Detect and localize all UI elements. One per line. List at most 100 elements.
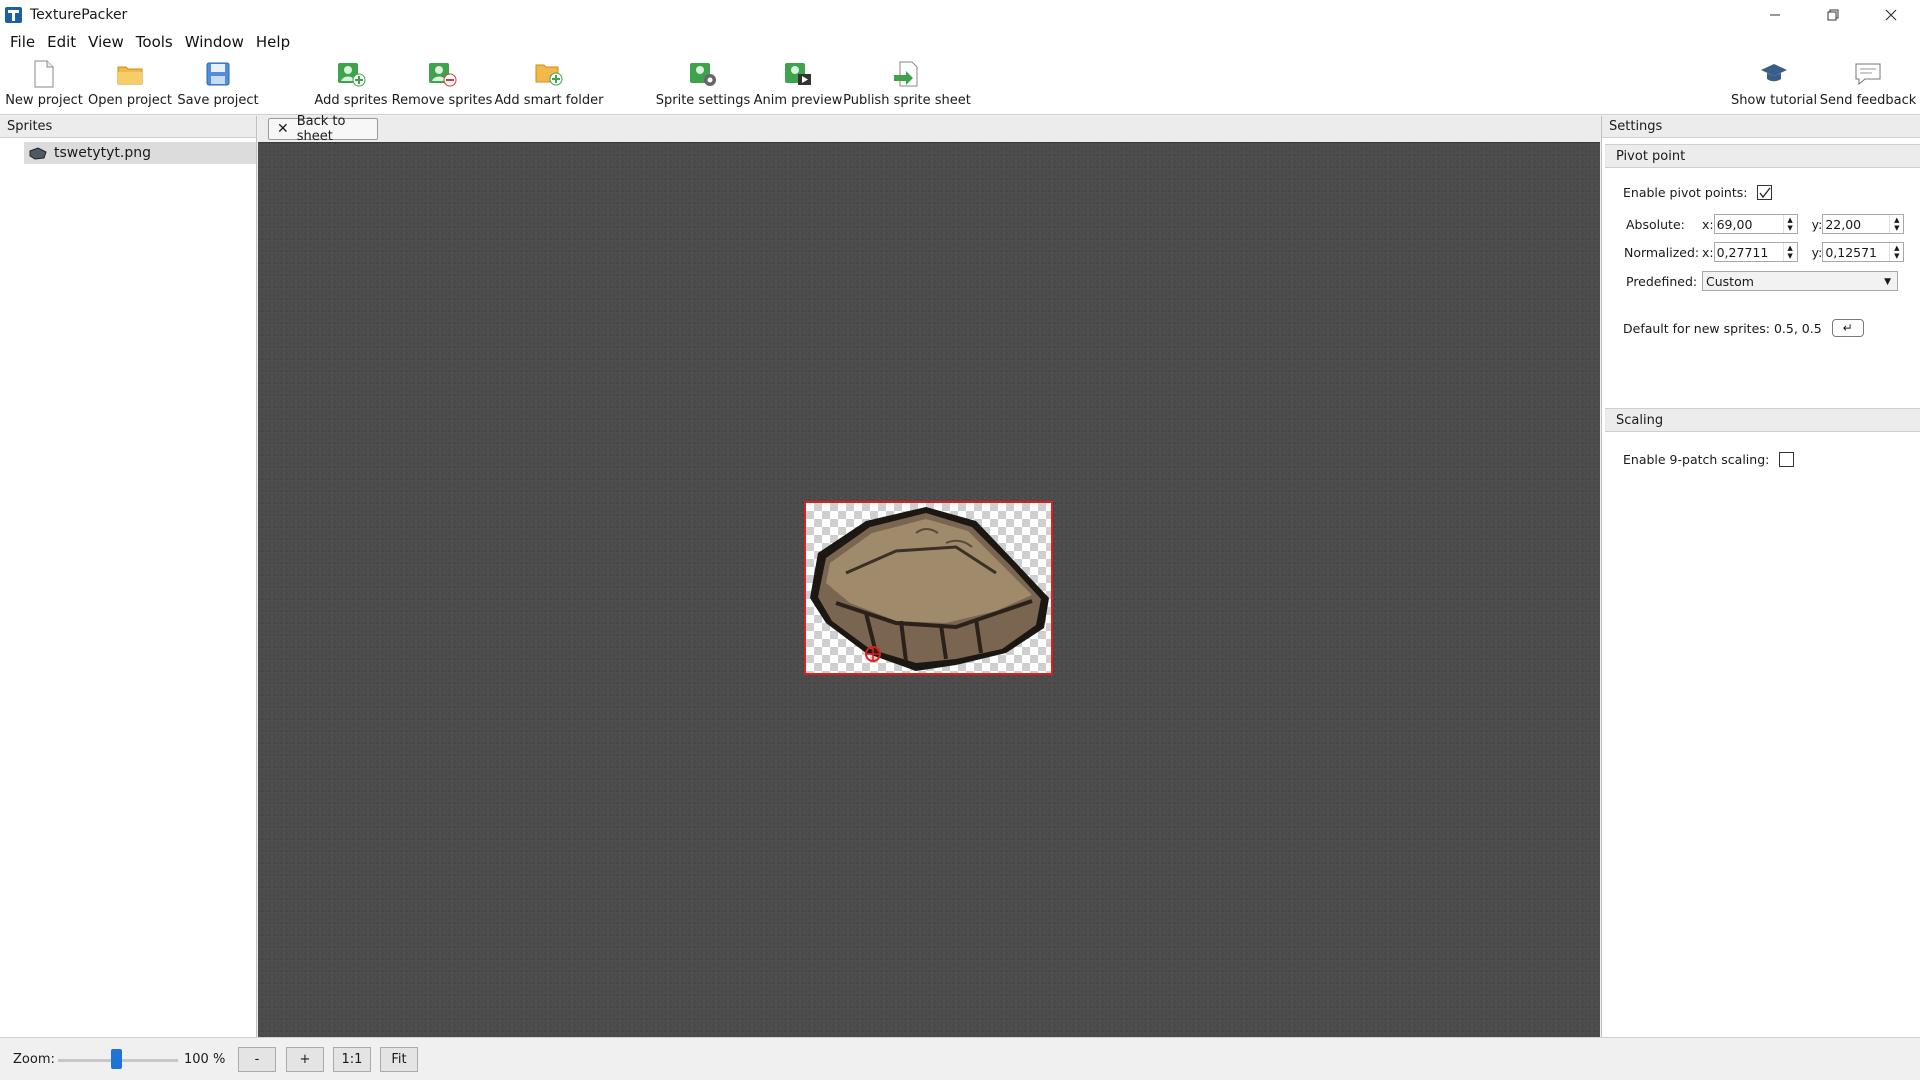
menu-file[interactable]: File <box>4 29 41 55</box>
main-toolbar: New project Open project Save project Ad… <box>0 55 1920 115</box>
predefined-label: Predefined: <box>1626 273 1698 289</box>
back-to-sheet-label: Back to sheet <box>296 114 346 144</box>
close-button[interactable] <box>1862 0 1920 29</box>
zoom-slider-handle[interactable] <box>111 1049 122 1069</box>
pivot-point-section-title: Pivot point <box>1605 144 1920 168</box>
add-smart-folder-label: Add smart folder <box>494 93 604 108</box>
checkmark-icon <box>1759 187 1771 198</box>
default-pivot-row: Default for new sprites: 0.5, 0.5 ↵ <box>1623 319 1864 337</box>
normalized-row: Normalized: x: 0,27711 ▲ ▼ y: 0,12571 ▲ ▼ <box>1624 242 1905 262</box>
anim-preview-label: Anim preview <box>753 93 843 108</box>
normalized-y-spinbox[interactable]: 0,12571 ▲ ▼ <box>1822 242 1905 262</box>
predefined-select[interactable]: Custom ▼ <box>1702 271 1898 291</box>
graduation-cap-icon <box>1759 59 1789 89</box>
pivot-point-marker-icon[interactable] <box>864 645 882 663</box>
send-feedback-button[interactable]: Send feedback <box>1820 59 1916 113</box>
absolute-y-value: 22,00 <box>1825 216 1862 232</box>
spin-arrows-icon[interactable]: ▲ ▼ <box>1782 215 1797 233</box>
open-project-label: Open project <box>88 93 172 108</box>
sprites-panel: Sprites tswetytyt.png <box>0 116 257 1037</box>
publish-icon <box>892 59 922 89</box>
norm-y-label: y: <box>1811 244 1823 260</box>
zoom-one-to-one-button[interactable]: 1:1 <box>333 1047 371 1072</box>
sprite-preview-frame[interactable] <box>804 501 1053 675</box>
minimize-icon <box>1770 14 1780 15</box>
new-file-icon <box>29 59 59 89</box>
save-project-button[interactable]: Save project <box>177 59 259 113</box>
status-bar: Zoom: 100 % - + 1:1 Fit <box>0 1037 1920 1080</box>
sprite-settings-gear-icon <box>688 59 718 89</box>
publish-sprite-sheet-label: Publish sprite sheet <box>843 93 971 108</box>
sprite-list-item[interactable]: tswetytyt.png <box>24 142 256 164</box>
close-icon <box>1885 9 1897 20</box>
enable-9patch-checkbox[interactable] <box>1779 452 1795 467</box>
predefined-row: Predefined: Custom ▼ <box>1626 271 1898 291</box>
new-project-button[interactable]: New project <box>5 59 83 113</box>
spin-arrows-icon[interactable]: ▲ ▼ <box>1889 243 1903 261</box>
open-project-button[interactable]: Open project <box>88 59 172 113</box>
add-sprites-button[interactable]: Add sprites <box>314 59 388 113</box>
normalized-y-value: 0,12571 <box>1825 244 1878 260</box>
normalized-label: Normalized: <box>1624 244 1700 260</box>
absolute-x-value: 69,00 <box>1716 216 1753 232</box>
menu-tools[interactable]: Tools <box>130 29 179 55</box>
minimize-button[interactable] <box>1746 0 1804 29</box>
menu-help[interactable]: Help <box>250 29 296 55</box>
menu-window[interactable]: Window <box>179 29 250 55</box>
add-smart-folder-icon <box>534 59 564 89</box>
enable-9patch-label: Enable 9-patch scaling: <box>1623 452 1770 467</box>
add-sprites-label: Add sprites <box>314 93 388 108</box>
apply-default-pivot-button[interactable]: ↵ <box>1831 319 1864 337</box>
sprites-panel-title: Sprites <box>0 116 256 138</box>
texturepacker-logo-icon <box>5 6 22 23</box>
title-bar: TexturePacker <box>0 0 1920 29</box>
spin-arrows-icon[interactable]: ▲ ▼ <box>1782 243 1797 261</box>
save-disk-icon <box>203 59 233 89</box>
normalized-x-spinbox[interactable]: 0,27711 ▲ ▼ <box>1713 242 1798 262</box>
add-smart-folder-button[interactable]: Add smart folder <box>495 59 604 113</box>
sprite-thumbnail-icon <box>29 147 47 160</box>
absolute-x-spinbox[interactable]: 69,00 ▲ ▼ <box>1713 214 1798 234</box>
sprite-canvas[interactable] <box>258 142 1600 1037</box>
absolute-y-spinbox[interactable]: 22,00 ▲ ▼ <box>1822 214 1905 234</box>
spin-arrows-icon[interactable]: ▲ ▼ <box>1889 215 1903 233</box>
predefined-value: Custom <box>1706 273 1754 289</box>
remove-sprites-icon <box>427 59 457 89</box>
anim-preview-button[interactable]: Anim preview <box>754 59 842 113</box>
abs-y-label: y: <box>1811 216 1823 232</box>
close-x-icon: ✕ <box>277 121 289 137</box>
menu-view[interactable]: View <box>82 29 130 55</box>
norm-x-label: x: <box>1702 244 1714 260</box>
scaling-section-title: Scaling <box>1605 408 1920 432</box>
zoom-value: 100 % <box>184 1052 226 1067</box>
sprite-settings-button[interactable]: Sprite settings <box>656 59 750 113</box>
speech-bubble-icon <box>1853 59 1883 89</box>
back-to-sheet-button[interactable]: ✕ Back to sheet <box>268 114 378 144</box>
zoom-fit-button[interactable]: Fit <box>380 1047 418 1072</box>
save-project-label: Save project <box>177 93 259 108</box>
sprite-settings-label: Sprite settings <box>655 93 751 108</box>
restore-icon <box>1827 9 1839 20</box>
sprite-editor-area: ✕ Back to sheet <box>258 114 1600 1037</box>
show-tutorial-label: Show tutorial <box>1730 93 1818 108</box>
show-tutorial-button[interactable]: Show tutorial <box>1730 59 1818 113</box>
remove-sprites-label: Remove sprites <box>391 93 493 108</box>
anim-preview-icon <box>783 59 813 89</box>
restore-button[interactable] <box>1804 0 1862 29</box>
zoom-in-button[interactable]: + <box>286 1047 324 1072</box>
absolute-row: Absolute: x: 69,00 ▲ ▼ y: 22,00 ▲ ▼ <box>1626 214 1905 234</box>
zoom-label: Zoom: <box>13 1052 55 1067</box>
new-project-label: New project <box>5 93 83 108</box>
publish-sprite-sheet-button[interactable]: Publish sprite sheet <box>843 59 971 113</box>
window-title: TexturePacker <box>30 6 128 23</box>
settings-panel-title: Settings <box>1602 116 1920 138</box>
stone-block-sprite <box>810 507 1049 671</box>
enable-pivot-row: Enable pivot points: <box>1623 185 1773 200</box>
enable-9patch-row: Enable 9-patch scaling: <box>1623 452 1795 467</box>
remove-sprites-button[interactable]: Remove sprites <box>392 59 492 113</box>
enable-pivot-checkbox[interactable] <box>1757 185 1773 200</box>
return-arrow-icon: ↵ <box>1842 321 1853 335</box>
menu-bar: File Edit View Tools Window Help <box>0 29 1920 55</box>
zoom-out-button[interactable]: - <box>238 1047 276 1072</box>
menu-edit[interactable]: Edit <box>41 29 82 55</box>
